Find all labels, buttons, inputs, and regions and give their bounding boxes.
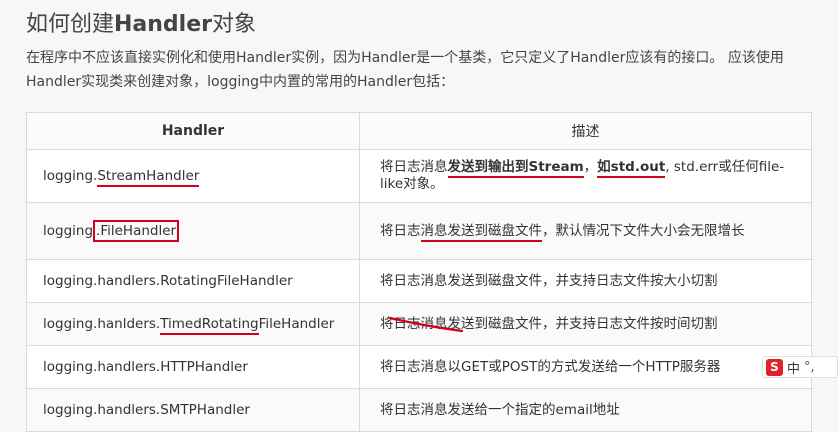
box-annotation: .FileHandler: [93, 220, 180, 242]
underline-annotation: 发送到输出到Stream: [447, 159, 584, 178]
table-row: logging.handlers.HTTPHandler 将日志消息以GET或P…: [26, 345, 812, 389]
handler-table: Handler 描述 logging.StreamHandler 将日志消息发送…: [26, 112, 812, 432]
handler-description: 将日志消息发送到磁盘文件，并支持日志文件按大小切割: [359, 259, 812, 303]
ime-toolbar[interactable]: S 中 °,: [762, 356, 838, 378]
handler-name: logging.hanlders.TimedRotatingFileHandle…: [26, 302, 360, 346]
handler-description: 将日志消息以GET或POST的方式发送给一个HTTP服务器: [359, 345, 812, 389]
handler-description: 将日志消息发送给一个指定的email地址: [359, 388, 812, 432]
table-row: logging.StreamHandler 将日志消息发送到输出到Stream，…: [26, 149, 812, 203]
ime-language-label[interactable]: 中: [787, 358, 800, 377]
handler-name: logging.handlers.SMTPHandler: [26, 388, 360, 432]
page-title: 如何创建Handler对象: [26, 12, 257, 37]
underline-annotation: StreamHandler: [97, 168, 200, 187]
handler-description: 将日志消息发送到磁盘文件，默认情况下文件大小会无限增长: [359, 202, 812, 260]
table-row: logging.handlers.SMTPHandler 将日志消息发送给一个指…: [26, 388, 812, 432]
handler-name: logging.StreamHandler: [26, 149, 360, 203]
ime-punctuation-icon[interactable]: °,: [804, 360, 815, 375]
handler-name: logging.handlers.RotatingFileHandler: [26, 259, 360, 303]
header-description: 描述: [359, 112, 812, 150]
handler-description: 将日志消息发送到磁盘文件，并支持日志文件按时间切割: [359, 302, 812, 346]
header-handler: Handler: [26, 112, 360, 150]
sogou-logo-icon: S: [766, 358, 783, 376]
handler-name: logging .FileHandler: [26, 202, 360, 260]
handler-description: 将日志消息发送到输出到Stream，如std.out, std.err或任何fi…: [359, 149, 812, 203]
intro-paragraph: 在程序中不应该直接实例化和使用Handler实例，因为Handler是一个基类，…: [26, 50, 784, 90]
underline-annotation: 消息发送到磁盘文件: [420, 222, 542, 242]
table-row: logging.handlers.RotatingFileHandler 将日志…: [26, 259, 812, 303]
table-row: logging.hanlders.TimedRotatingFileHandle…: [26, 302, 812, 346]
table-row: logging .FileHandler 将日志消息发送到磁盘文件，默认情况下文件…: [26, 202, 812, 260]
underline-annotation: 如std.out: [597, 159, 666, 178]
handler-name: logging.handlers.HTTPHandler: [26, 345, 360, 389]
underline-annotation: TimedRotating: [160, 316, 259, 335]
